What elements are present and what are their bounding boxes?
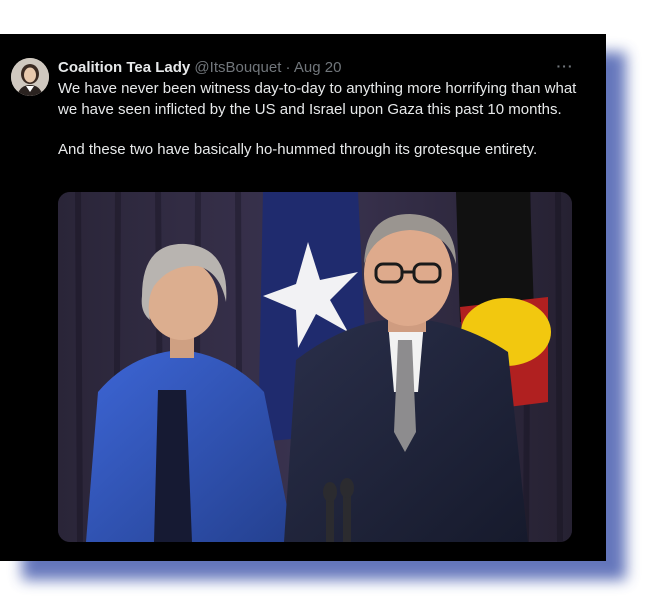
press-conference-photo — [58, 192, 572, 542]
more-icon: ··· — [556, 58, 574, 74]
tweet-paragraph: And these two have basically ho-hummed t… — [58, 141, 538, 158]
man-tie — [394, 340, 416, 452]
tweet-date[interactable]: Aug 20 — [294, 59, 342, 76]
author-name[interactable]: Coalition Tea Lady — [58, 59, 190, 76]
header-separator: · — [285, 59, 291, 76]
tweet-media-photo[interactable] — [58, 192, 572, 542]
tweet-header: Coalition Tea Lady @ItsBouquet · Aug 20 — [58, 58, 582, 78]
tweet-text: We have never been witness day-to-day to… — [58, 79, 578, 161]
avatar-image — [11, 58, 49, 96]
more-options-button[interactable]: ··· — [552, 58, 578, 78]
tweet-paragraph: We have never been witness day-to-day to… — [58, 80, 577, 118]
avatar[interactable] — [11, 58, 49, 96]
author-handle[interactable]: @ItsBouquet — [194, 59, 281, 76]
